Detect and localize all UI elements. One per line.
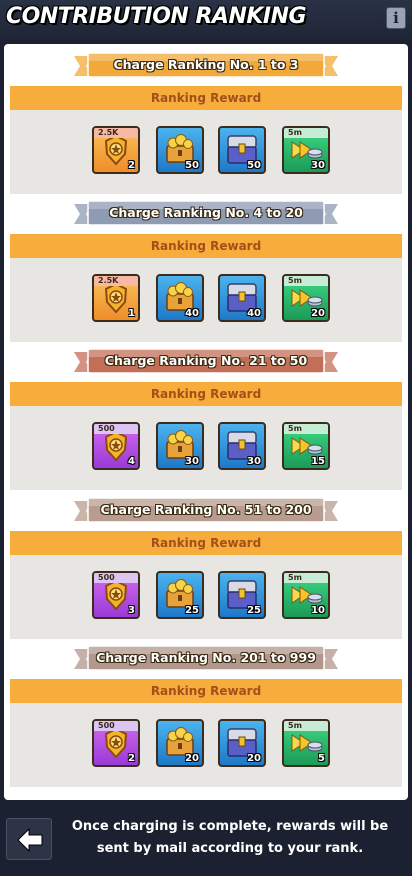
reward-item-quantity: 2 xyxy=(128,753,135,764)
reward-item[interactable]: 5m 15 xyxy=(282,422,330,470)
reward-item[interactable]: 20 xyxy=(218,719,266,767)
reward-item-quantity: 30 xyxy=(247,456,261,467)
rank-reward-notice: Once charging is complete, rewards will … xyxy=(71,819,389,856)
reward-item-quantity: 10 xyxy=(311,605,325,616)
tier-banner-label: Charge Ranking No. 51 to 200 xyxy=(100,502,312,517)
reward-item-tag: 5m xyxy=(284,128,328,138)
reward-item-quantity: 5 xyxy=(318,753,325,764)
back-arrow-icon xyxy=(17,827,43,853)
reward-item-quantity: 30 xyxy=(311,160,325,171)
ranking-reward-label: Ranking Reward xyxy=(150,239,262,253)
reward-item-tag: 2.5K xyxy=(94,128,138,138)
reward-item[interactable]: 20 xyxy=(156,719,204,767)
reward-item-quantity: 20 xyxy=(311,308,325,319)
reward-item-quantity: 2 xyxy=(128,160,135,171)
reward-item[interactable]: 50 xyxy=(218,126,266,174)
info-button[interactable]: i xyxy=(386,7,406,29)
ranking-reward-bar: Ranking Reward xyxy=(10,679,402,703)
tier-banner-label: Charge Ranking No. 201 to 999 xyxy=(96,650,316,665)
tier-banner-label: Charge Ranking No. 1 to 3 xyxy=(113,57,299,72)
reward-item[interactable]: 30 xyxy=(218,422,266,470)
reward-items-area: 500 4 30 30 5m 15 xyxy=(10,406,402,490)
reward-items-area: 500 3 25 25 5m 10 xyxy=(10,555,402,639)
ranking-reward-label: Ranking Reward xyxy=(150,91,262,105)
reward-item-quantity: 4 xyxy=(128,456,135,467)
reward-items-area: 2.5K 1 40 40 5m 20 xyxy=(10,258,402,342)
reward-item-tag: 5m xyxy=(284,276,328,286)
ranking-tier: Charge Ranking No. 21 to 50 Ranking Rewar… xyxy=(4,348,408,496)
info-icon: i xyxy=(393,9,399,27)
reward-item-quantity: 20 xyxy=(185,753,199,764)
top-bar: CONTRIBUTION RANKING i xyxy=(0,0,412,40)
reward-item[interactable]: 50 xyxy=(156,126,204,174)
reward-item-tag: 5m xyxy=(284,424,328,434)
reward-item-quantity: 15 xyxy=(311,456,325,467)
rewards-panel[interactable]: Charge Ranking No. 1 to 3 Ranking Reward 2… xyxy=(4,44,408,800)
reward-item-quantity: 25 xyxy=(185,605,199,616)
reward-item[interactable]: 5m 20 xyxy=(282,274,330,322)
reward-item[interactable]: 2.5K 1 xyxy=(92,274,140,322)
ranking-reward-label: Ranking Reward xyxy=(150,536,262,550)
back-button[interactable] xyxy=(6,818,52,860)
ranking-reward-label: Ranking Reward xyxy=(150,684,262,698)
tier-banner-label: Charge Ranking No. 4 to 20 xyxy=(109,205,303,220)
reward-item-quantity: 40 xyxy=(247,308,261,319)
reward-item-quantity: 3 xyxy=(128,605,135,616)
reward-item-quantity: 1 xyxy=(128,308,135,319)
reward-item[interactable]: 2.5K 2 xyxy=(92,126,140,174)
tier-banner: Charge Ranking No. 51 to 200 xyxy=(74,497,338,525)
reward-item[interactable]: 25 xyxy=(218,571,266,619)
ranking-tier: Charge Ranking No. 1 to 3 Ranking Reward 2… xyxy=(4,52,408,200)
reward-item-quantity: 40 xyxy=(185,308,199,319)
contribution-ranking-screen: CONTRIBUTION RANKING i Charge Ranking No… xyxy=(0,0,412,876)
reward-item-tag: 2.5K xyxy=(94,276,138,286)
reward-item[interactable]: 5m 5 xyxy=(282,719,330,767)
ranking-reward-bar: Ranking Reward xyxy=(10,531,402,555)
page-title: CONTRIBUTION RANKING xyxy=(6,4,307,29)
reward-item-tag: 5m xyxy=(284,721,328,731)
ranking-tier: Charge Ranking No. 201 to 999 Ranking Rew… xyxy=(4,645,408,793)
reward-item-tag: 500 xyxy=(94,424,138,434)
reward-item-tag: 5m xyxy=(284,573,328,583)
reward-item[interactable]: 500 2 xyxy=(92,719,140,767)
reward-item[interactable]: 500 3 xyxy=(92,571,140,619)
reward-item[interactable]: 30 xyxy=(156,422,204,470)
tier-banner: Charge Ranking No. 4 to 20 xyxy=(74,200,338,228)
reward-items-area: 2.5K 2 50 50 5m 30 xyxy=(10,110,402,194)
tier-banner: Charge Ranking No. 21 to 50 xyxy=(74,348,338,376)
reward-items-area: 500 2 20 20 5m 5 xyxy=(10,703,402,787)
reward-item-tag: 500 xyxy=(94,573,138,583)
ranking-reward-bar: Ranking Reward xyxy=(10,86,402,110)
reward-item-quantity: 25 xyxy=(247,605,261,616)
reward-item[interactable]: 40 xyxy=(218,274,266,322)
reward-item-tag: 500 xyxy=(94,721,138,731)
ranking-reward-label: Ranking Reward xyxy=(150,387,262,401)
reward-item-quantity: 30 xyxy=(185,456,199,467)
ranking-tier: Charge Ranking No. 51 to 200 Ranking Rewa… xyxy=(4,497,408,645)
reward-item-quantity: 50 xyxy=(247,160,261,171)
ranking-reward-bar: Ranking Reward xyxy=(10,382,402,406)
reward-item[interactable]: 25 xyxy=(156,571,204,619)
reward-item[interactable]: 5m 10 xyxy=(282,571,330,619)
reward-item[interactable]: 500 4 xyxy=(92,422,140,470)
ranking-reward-bar: Ranking Reward xyxy=(10,234,402,258)
reward-item[interactable]: 5m 30 xyxy=(282,126,330,174)
reward-item-quantity: 50 xyxy=(185,160,199,171)
tier-banner-label: Charge Ranking No. 21 to 50 xyxy=(104,353,308,368)
tier-banner: Charge Ranking No. 1 to 3 xyxy=(74,52,338,80)
tier-banner: Charge Ranking No. 201 to 999 xyxy=(74,645,338,673)
reward-item[interactable]: 40 xyxy=(156,274,204,322)
reward-item-quantity: 20 xyxy=(247,753,261,764)
ranking-tier: Charge Ranking No. 4 to 20 Ranking Reward… xyxy=(4,200,408,348)
bottom-bar: Once charging is complete, rewards will … xyxy=(0,804,412,876)
